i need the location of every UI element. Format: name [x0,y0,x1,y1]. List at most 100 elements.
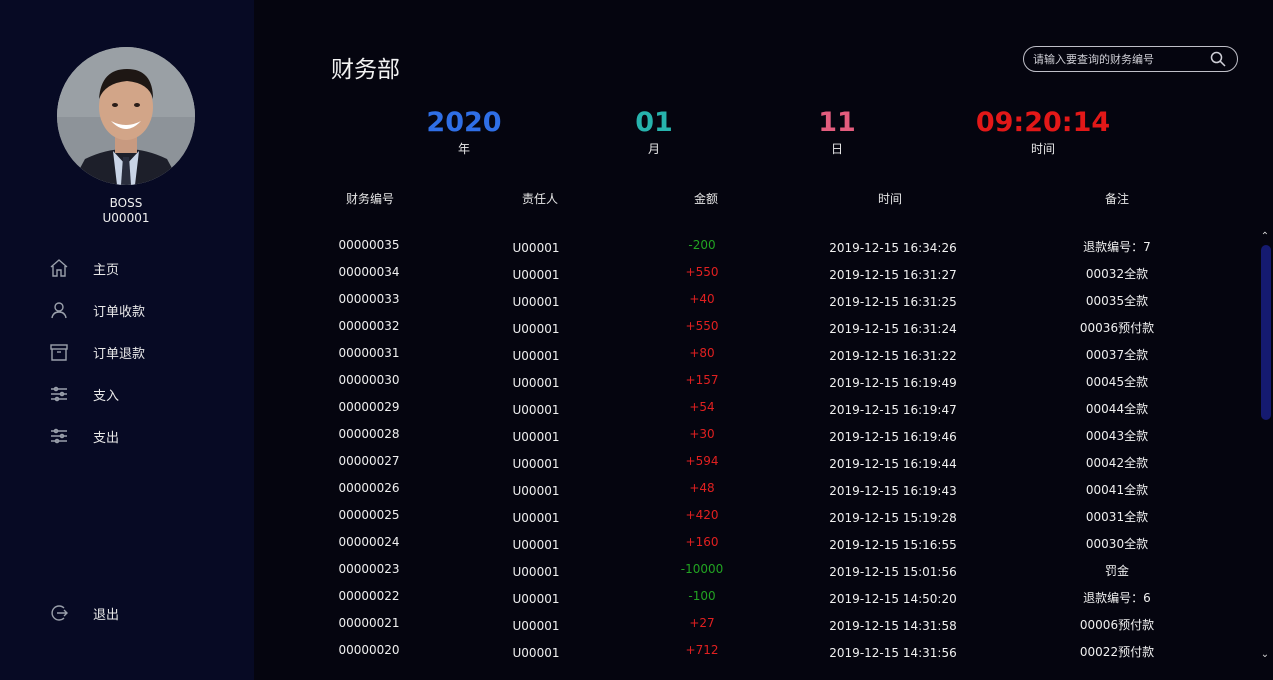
table-row[interactable]: 00000023 U00001 -10000 2019-12-15 15:01:56 罚… [254,556,1256,583]
finance-id-cell: 00000033 [338,292,400,306]
date-year: 2020 年 [394,106,534,157]
table-row[interactable]: 00000035 U00001 -200 2019-12-15 16:34:26 退款编… [254,232,1256,259]
nav-item-expense[interactable]: 支出 [48,423,228,449]
time-cell: 2019-12-15 15:01:56 [829,565,957,579]
amount-cell: +48 [689,481,715,495]
note-cell: 00037全款 [1085,348,1149,362]
amount-cell: +80 [689,346,715,360]
responsible-cell: U00001 [512,403,560,417]
time-cell: 2019-12-15 14:31:58 [829,619,957,633]
month-value: 01 [635,107,673,138]
nav-item-income[interactable]: 支入 [48,381,228,407]
table-row[interactable]: 00000028 U00001 +30 2019-12-15 16:19:46 0004… [254,421,1256,448]
amount-cell: -10000 [680,562,724,576]
note-cell: 00045全款 [1085,375,1149,389]
time-cell: 2019-12-15 14:50:20 [829,592,957,606]
table-row[interactable]: 00000029 U00001 +54 2019-12-15 16:19:47 0004… [254,394,1256,421]
table-row[interactable]: 00000021 U00001 +27 2019-12-15 14:31:58 0000… [254,610,1256,637]
date-time: 09:20:14 时间 [973,106,1113,157]
finance-id-cell: 00000032 [338,319,400,333]
time-cell: 2019-12-15 16:31:27 [829,268,957,282]
amount-cell: +420 [685,508,719,522]
responsible-cell: U00001 [512,430,560,444]
time-cell: 2019-12-15 16:34:26 [829,241,957,255]
responsible-cell: U00001 [512,511,560,525]
table-row[interactable]: 00000022 U00001 -100 2019-12-15 14:50:20 退款编… [254,583,1256,610]
time-cell: 2019-12-15 16:19:47 [829,403,957,417]
responsible-cell: U00001 [512,322,560,336]
table-row[interactable]: 00000027 U00001 +594 2019-12-15 16:19:44 000… [254,448,1256,475]
search-box[interactable] [1023,46,1238,72]
day-value: 11 [818,107,856,138]
scrollbar-thumb[interactable] [1261,245,1271,420]
note-cell: 00036预付款 [1079,321,1155,335]
nav-label: 主页 [93,262,120,278]
sliders-icon [48,425,70,447]
note-cell: 00044全款 [1085,402,1149,416]
scroll-down-arrow[interactable]: ⌄ [1259,650,1271,660]
nav-item-home[interactable]: 主页 [48,255,228,281]
finance-id-cell: 00000030 [338,373,400,387]
user-id: U00001 [102,211,150,225]
scroll-up-arrow[interactable]: ⌃ [1259,232,1271,242]
finance-id-cell: 00000020 [338,643,400,657]
finance-id-cell: 00000027 [338,454,400,468]
table-row[interactable]: 00000020 U00001 +712 2019-12-15 14:31:56 000… [254,637,1256,664]
responsible-cell: U00001 [512,349,560,363]
finance-id-cell: 00000029 [338,400,400,414]
amount-cell: +550 [685,265,719,279]
amount-cell: +40 [689,292,715,306]
responsible-cell: U00001 [512,619,560,633]
column-header-note: 备注 [1104,192,1130,206]
date-day: 11 日 [767,106,907,157]
time-cell: 2019-12-15 15:19:28 [829,511,957,525]
date-month: 01 月 [584,106,724,157]
note-cell: 00022预付款 [1079,645,1155,659]
time-cell: 2019-12-15 14:31:56 [829,646,957,660]
table-row[interactable]: 00000033 U00001 +40 2019-12-15 16:31:25 0003… [254,286,1256,313]
search-input[interactable] [1033,52,1203,66]
search-icon[interactable] [1210,51,1226,67]
nav-label: 订单退款 [93,346,146,362]
responsible-cell: U00001 [512,457,560,471]
responsible-cell: U00001 [512,268,560,282]
responsible-cell: U00001 [512,565,560,579]
day-unit: 日 [830,142,843,156]
amount-cell: +157 [685,373,719,387]
table-row[interactable]: 00000031 U00001 +80 2019-12-15 16:31:22 0003… [254,340,1256,367]
nav-item-order-refund[interactable]: 订单退款 [48,339,228,365]
time-cell: 2019-12-15 16:19:46 [829,430,957,444]
table-row[interactable]: 00000024 U00001 +160 2019-12-15 15:16:55 000… [254,529,1256,556]
nav-item-order-payment[interactable]: 订单收款 [48,297,228,323]
table-row[interactable]: 00000025 U00001 +420 2019-12-15 15:19:28 000… [254,502,1256,529]
column-header-time: 时间 [877,192,903,206]
finance-id-cell: 00000026 [338,481,400,495]
year-value: 2020 [426,107,502,138]
avatar[interactable] [57,47,195,185]
user-name: BOSS [109,196,143,210]
finance-id-cell: 00000023 [338,562,400,576]
time-cell: 2019-12-15 16:31:25 [829,295,957,309]
finance-id-cell: 00000034 [338,265,400,279]
logout-button[interactable]: 退出 [48,600,228,626]
responsible-cell: U00001 [512,538,560,552]
table-row[interactable]: 00000030 U00001 +157 2019-12-15 16:19:49 000… [254,367,1256,394]
column-header-responsible: 责任人 [521,192,559,206]
amount-cell: +54 [689,400,715,414]
table-row[interactable]: 00000032 U00001 +550 2019-12-15 16:31:24 000… [254,313,1256,340]
sidebar: BOSS U00001 主页 订单收款 订单退款 支入 支出 退出 [0,0,254,680]
finance-id-cell: 00000022 [338,589,400,603]
note-cell: 00043全款 [1085,429,1149,443]
note-cell: 罚金 [1104,564,1130,578]
page-title: 财务部 [331,57,400,83]
note-cell: 00030全款 [1085,537,1149,551]
responsible-cell: U00001 [512,646,560,660]
time-cell: 2019-12-15 16:31:22 [829,349,957,363]
amount-cell: +712 [685,643,719,657]
amount-cell: +30 [689,427,715,441]
table-row[interactable]: 00000034 U00001 +550 2019-12-15 16:31:27 000… [254,259,1256,286]
column-header-finance-id: 财务编号 [345,192,395,206]
responsible-cell: U00001 [512,484,560,498]
finance-id-cell: 00000028 [338,427,400,441]
table-row[interactable]: 00000026 U00001 +48 2019-12-15 16:19:43 0004… [254,475,1256,502]
